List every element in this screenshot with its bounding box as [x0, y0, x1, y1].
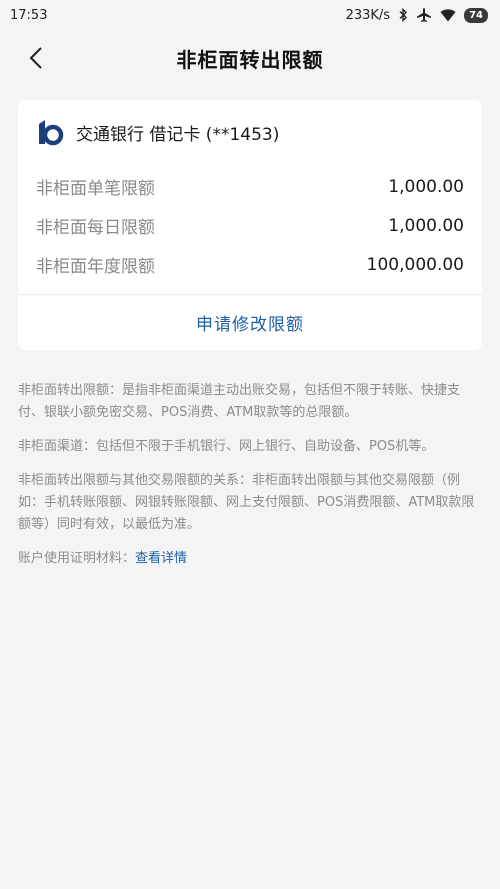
- bank-logo-icon: [39, 120, 64, 146]
- wifi-icon: [440, 8, 456, 22]
- limit-row-single: 非柜面单笔限额 1,000.00: [36, 174, 464, 200]
- apply-modify-limit-button[interactable]: 申请修改限额: [18, 295, 482, 350]
- limit-label: 非柜面每日限额: [36, 218, 155, 238]
- limit-value: 1,000.00: [388, 215, 464, 236]
- limit-row-daily: 非柜面每日限额 1,000.00: [36, 213, 464, 239]
- limit-label: 非柜面单笔限额: [36, 179, 155, 199]
- note-definition: 非柜面转出限额：是指非柜面渠道主动出账交易，包括但不限于转账、快捷支付、银联小额…: [18, 383, 461, 420]
- nav-bar: 非柜面转出限额: [0, 30, 500, 86]
- back-button[interactable]: [22, 44, 50, 72]
- limit-label: 非柜面年度限额: [36, 257, 155, 277]
- limit-row-annual: 非柜面年度限额 100,000.00: [36, 252, 464, 278]
- limit-value: 100,000.00: [366, 254, 464, 275]
- airplane-icon: [416, 7, 432, 23]
- network-speed: 233K/s: [345, 7, 391, 23]
- note-relationship: 非柜面转出限额与其他交易限额的关系：非柜面转出限额与其他交易限额（例如：手机转账…: [18, 473, 475, 532]
- status-time: 17:53: [10, 7, 48, 23]
- chevron-left-icon: [29, 47, 42, 69]
- bank-name: 交通银行 借记卡 (**1453): [76, 124, 280, 145]
- note-channels: 非柜面渠道：包括但不限于手机银行、网上银行、自助设备、POS机等。: [18, 439, 435, 454]
- page-title: 非柜面转出限额: [176, 47, 324, 72]
- battery-icon: 74: [464, 7, 488, 23]
- status-bar: 17:53 233K/s 74: [0, 0, 500, 30]
- bluetooth-icon: [398, 8, 408, 22]
- limit-card: 交通银行 借记卡 (**1453) 非柜面单笔限额 1,000.00 非柜面每日…: [18, 100, 482, 350]
- limit-value: 1,000.00: [388, 176, 464, 197]
- proof-label: 账户使用证明材料：: [18, 551, 136, 566]
- notes-section: 非柜面转出限额：是指非柜面渠道主动出账交易，包括但不限于转账、快捷支付、银联小额…: [18, 380, 484, 582]
- status-icons: 233K/s 74: [346, 7, 488, 23]
- view-details-link[interactable]: 查看详情: [135, 551, 187, 566]
- note-proof: 账户使用证明材料：查看详情: [18, 548, 484, 570]
- bank-card-header: 交通银行 借记卡 (**1453): [36, 118, 279, 146]
